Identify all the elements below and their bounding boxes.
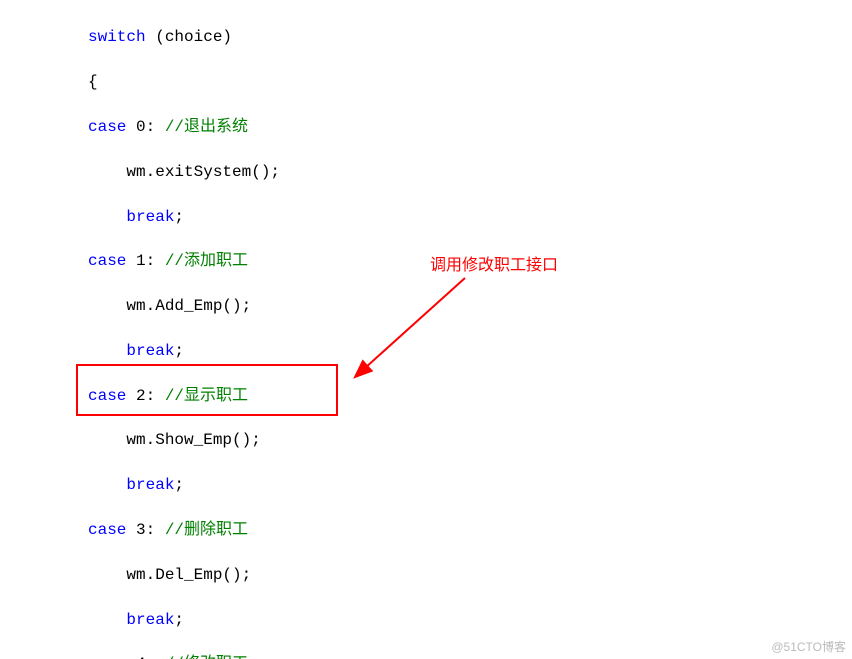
keyword: switch (88, 28, 146, 46)
indent (88, 611, 126, 629)
keyword: case (88, 387, 126, 405)
semi: ; (174, 208, 184, 226)
code-text: wm.exitSystem(); (88, 163, 280, 181)
keyword: case (88, 655, 126, 659)
code-line: case 2: //显示职工 (0, 385, 852, 407)
code-line: case 0: //退出系统 (0, 116, 852, 138)
keyword: break (126, 342, 174, 360)
code-text: wm.Del_Emp(); (88, 566, 251, 584)
indent (88, 208, 126, 226)
code-text: 1: (126, 252, 164, 270)
code-text: wm.Add_Emp(); (88, 297, 251, 315)
semi: ; (174, 611, 184, 629)
code-text: 4: (126, 655, 164, 659)
keyword: break (126, 476, 174, 494)
semi: ; (174, 342, 184, 360)
keyword: case (88, 118, 126, 136)
code-line: break; (0, 474, 852, 496)
code-text: wm.Show_Emp(); (88, 431, 261, 449)
comment: //修改职工 (165, 655, 248, 659)
watermark: @51CTO博客 (771, 638, 846, 655)
indent (88, 342, 126, 360)
indent (88, 476, 126, 494)
annotation-text: 调用修改职工接口 (430, 251, 558, 275)
code-line: break; (0, 340, 852, 362)
code-line: wm.exitSystem(); (0, 161, 852, 183)
code-line: case 3: //删除职工 (0, 519, 852, 541)
comment: //显示职工 (165, 387, 248, 405)
brace: { (88, 73, 98, 91)
code-line: wm.Add_Emp(); (0, 295, 852, 317)
keyword: case (88, 521, 126, 539)
code-line: { (0, 71, 852, 93)
code-editor[interactable]: switch (choice) { case 0: //退出系统 wm.exit… (0, 0, 852, 659)
code-line: wm.Show_Emp(); (0, 429, 852, 451)
semi: ; (174, 476, 184, 494)
code-line: case 4: //修改职工 (0, 653, 852, 659)
code-line: case 1: //添加职工 (0, 250, 852, 272)
comment: //添加职工 (165, 252, 248, 270)
keyword: break (126, 611, 174, 629)
comment: //删除职工 (165, 521, 248, 539)
code-text: 0: (126, 118, 164, 136)
code-line: switch (choice) (0, 26, 852, 48)
code-text: (choice) (146, 28, 232, 46)
code-line: break; (0, 609, 852, 631)
code-text: 2: (126, 387, 164, 405)
keyword: break (126, 208, 174, 226)
comment: //退出系统 (165, 118, 248, 136)
keyword: case (88, 252, 126, 270)
code-line: wm.Del_Emp(); (0, 564, 852, 586)
code-text: 3: (126, 521, 164, 539)
code-line: break; (0, 206, 852, 228)
